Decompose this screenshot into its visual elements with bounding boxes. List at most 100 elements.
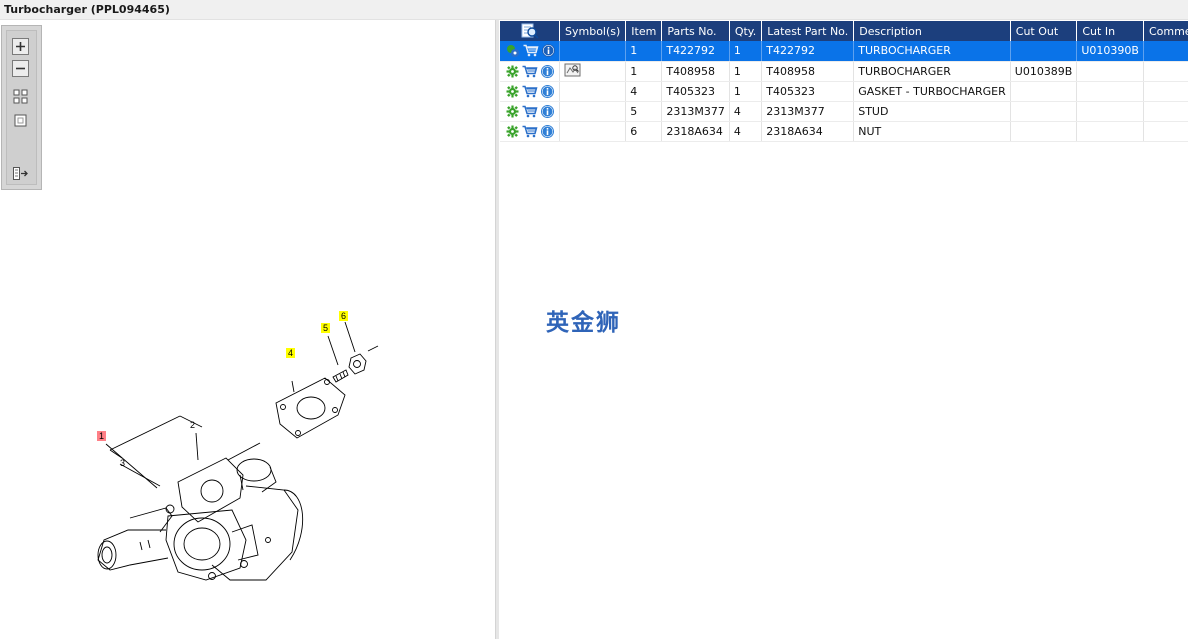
row-actions [500, 121, 560, 142]
info-icon[interactable] [541, 64, 554, 78]
cell-latest: 2318A634 [761, 121, 855, 142]
table-row[interactable]: 5 2313M377 4 2313M377 STUD [500, 101, 1188, 122]
cell-cut-out [1010, 121, 1078, 142]
info-icon[interactable] [542, 44, 555, 58]
cell-item: 1 [625, 41, 663, 62]
flange-gasket-drawing [275, 377, 346, 439]
row-actions [500, 81, 560, 102]
callout-6[interactable]: 6 [339, 311, 349, 321]
callout-4[interactable]: 4 [286, 348, 296, 358]
info-icon[interactable] [541, 124, 554, 138]
cart-icon[interactable] [523, 44, 539, 57]
table-header-row: Symbol(s) Item Parts No. Qty. Latest Par… [500, 21, 1188, 41]
col-header-latest-part-no[interactable]: Latest Part No. [761, 21, 855, 41]
callout-3: 3 [120, 458, 125, 468]
row-actions [500, 41, 560, 62]
row-actions [500, 61, 560, 82]
cell-qty: 1 [729, 41, 763, 62]
col-header-cut-out[interactable]: Cut Out [1010, 21, 1078, 41]
gear-icon[interactable] [506, 105, 519, 118]
cart-icon[interactable] [522, 65, 538, 78]
table-row[interactable]: 6 2318A634 4 2318A634 NUT [500, 121, 1188, 142]
cell-cut-out: U010389B [1010, 61, 1078, 82]
cell-parts-no: 2313M377 [661, 101, 730, 122]
cell-description: TURBOCHARGER [853, 41, 1011, 62]
cell-description: NUT [853, 121, 1011, 142]
cell-item: 6 [625, 121, 663, 142]
col-header-cut-in[interactable]: Cut In [1076, 21, 1144, 41]
turbocharger-drawing [97, 457, 304, 581]
find-column-header[interactable] [500, 21, 560, 41]
cell-qty: 1 [729, 81, 763, 102]
cart-icon[interactable] [522, 125, 538, 138]
cart-icon[interactable] [522, 105, 538, 118]
gear-icon[interactable] [506, 65, 519, 78]
find-icon [521, 23, 539, 39]
cell-item: 4 [625, 81, 663, 102]
table-row[interactable]: 4 T405323 1 T405323 GASKET - TURBOCHARGER [500, 81, 1188, 102]
cell-latest: T408958 [761, 61, 855, 82]
cell-qty: 4 [729, 101, 763, 122]
title-bar: Turbocharger (PPL094465) [0, 0, 1188, 20]
cell-symbols [559, 41, 627, 62]
col-header-description[interactable]: Description [853, 21, 1011, 41]
callout-2: 2 [190, 420, 195, 430]
cell-comment [1143, 81, 1188, 102]
cell-description: STUD [853, 101, 1011, 122]
illustration-symbol-icon[interactable] [564, 63, 581, 77]
table-row[interactable]: 1 T422792 1 T422792 TURBOCHARGER U010390B [500, 41, 1188, 62]
cell-parts-no: T405323 [661, 81, 730, 102]
cell-parts-no: 2318A634 [661, 121, 730, 142]
col-header-qty[interactable]: Qty. [729, 21, 763, 41]
watermark: 英金狮 [546, 310, 621, 336]
cell-comment [1143, 41, 1188, 62]
diagram-pane[interactable]: 2 3 1 4 5 6 [0, 20, 496, 639]
cell-description: GASKET - TURBOCHARGER [853, 81, 1011, 102]
cell-symbols [559, 101, 627, 122]
cell-cut-out [1010, 81, 1078, 102]
cell-comment [1143, 121, 1188, 142]
window-title: Turbocharger (PPL094465) [4, 3, 170, 16]
callout-1[interactable]: 1 [97, 431, 107, 441]
row-actions [500, 101, 560, 122]
info-icon[interactable] [541, 104, 554, 118]
cell-comment [1143, 101, 1188, 122]
callout-5[interactable]: 5 [321, 323, 331, 333]
info-icon[interactable] [541, 84, 554, 98]
col-header-parts-no[interactable]: Parts No. [661, 21, 730, 41]
gear-icon[interactable] [506, 125, 519, 138]
col-header-symbols[interactable]: Symbol(s) [559, 21, 627, 41]
cell-latest: T405323 [761, 81, 855, 102]
cell-item: 1 [625, 61, 663, 82]
cell-description: TURBOCHARGER [853, 61, 1011, 82]
table-row[interactable]: 1 T408958 1 T408958 TURBOCHARGER U010389B [500, 61, 1188, 82]
cell-latest: 2313M377 [761, 101, 855, 122]
cell-cut-out [1010, 101, 1078, 122]
cell-qty: 4 [729, 121, 763, 142]
parts-detail-icon[interactable] [506, 44, 520, 58]
col-header-item[interactable]: Item [625, 21, 663, 41]
cell-parts-no: T422792 [661, 41, 730, 62]
cell-qty: 1 [729, 61, 763, 82]
parts-list-pane: Symbol(s) Item Parts No. Qty. Latest Par… [499, 20, 1188, 639]
stud-drawing [332, 369, 349, 383]
cell-parts-no: T408958 [661, 61, 730, 82]
cell-cut-in [1076, 81, 1144, 102]
cell-cut-in [1076, 121, 1144, 142]
cell-comment [1143, 61, 1188, 82]
cell-symbols [559, 61, 627, 82]
cell-cut-in: U010390B [1076, 41, 1144, 62]
cell-cut-in [1076, 101, 1144, 122]
cell-symbols [559, 81, 627, 102]
cart-icon[interactable] [522, 85, 538, 98]
cell-latest: T422792 [761, 41, 855, 62]
gear-icon[interactable] [506, 85, 519, 98]
cell-cut-in [1076, 61, 1144, 82]
exploded-parts-diagram: 2 3 [97, 321, 379, 581]
col-header-comment[interactable]: Comment [1143, 21, 1188, 41]
cell-symbols [559, 121, 627, 142]
cell-cut-out [1010, 41, 1078, 62]
nut-drawing [348, 353, 367, 375]
cell-item: 5 [625, 101, 663, 122]
parts-table: Symbol(s) Item Parts No. Qty. Latest Par… [500, 21, 1188, 142]
